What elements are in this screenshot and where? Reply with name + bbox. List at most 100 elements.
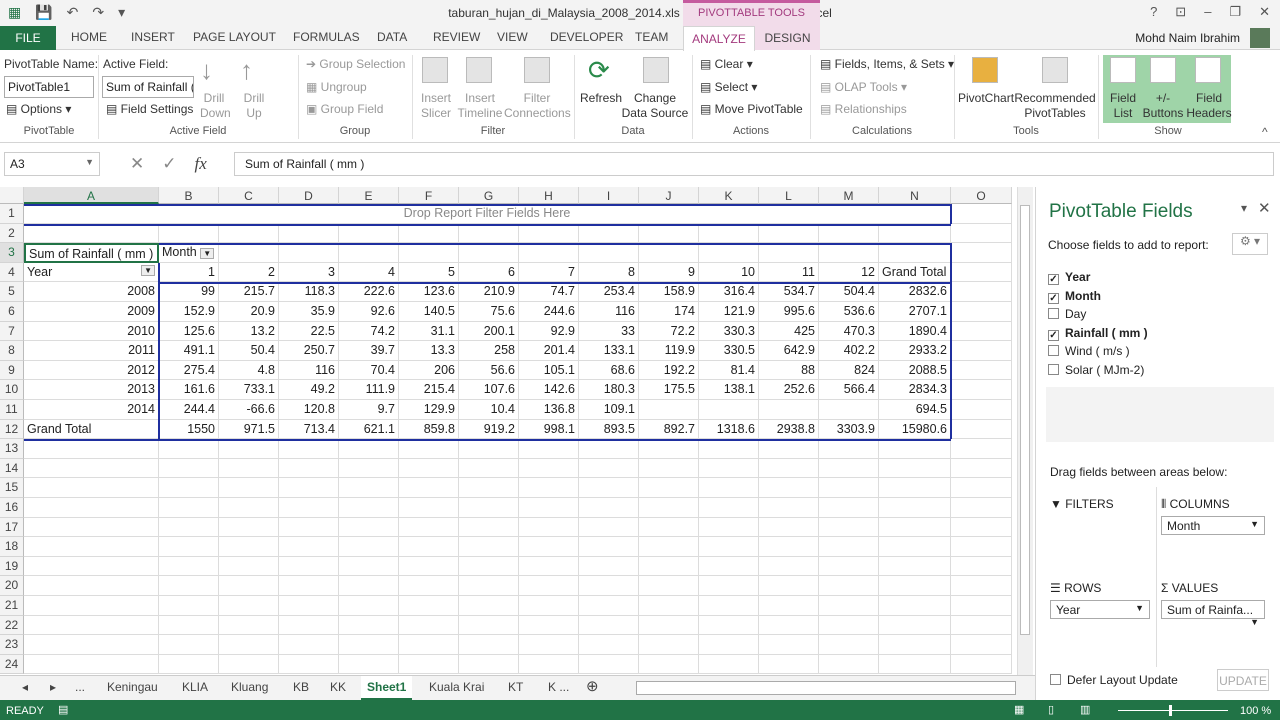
cell[interactable] <box>279 517 339 538</box>
checkbox[interactable] <box>1048 363 1059 375</box>
month-header[interactable]: 6 <box>459 262 519 283</box>
cell[interactable] <box>759 458 819 479</box>
cell[interactable] <box>399 635 459 655</box>
cell[interactable] <box>879 517 951 538</box>
cell[interactable] <box>339 635 399 655</box>
tab-formulas[interactable]: FORMULAS <box>293 30 360 44</box>
tab-home[interactable]: HOME <box>71 30 107 44</box>
cell[interactable] <box>639 654 699 675</box>
cell[interactable] <box>951 243 1012 263</box>
row-header[interactable]: 17 <box>0 517 24 538</box>
cell[interactable] <box>951 576 1012 596</box>
cell[interactable] <box>951 556 1012 577</box>
cancel-icon[interactable]: ✕ <box>130 154 144 174</box>
restore-icon[interactable]: ❐ <box>1229 4 1241 20</box>
month-header[interactable]: 4 <box>339 262 399 283</box>
cell[interactable] <box>759 596 819 616</box>
chevron-down-icon[interactable]: ▼ <box>85 157 94 167</box>
value-cell[interactable]: 70.4 <box>339 360 399 381</box>
month-header[interactable]: 5 <box>399 262 459 283</box>
gear-icon[interactable]: ⚙ ▾ <box>1232 233 1268 255</box>
pane-options-icon[interactable]: ▾ <box>1241 201 1247 215</box>
cell[interactable] <box>519 576 579 596</box>
cell[interactable] <box>759 556 819 577</box>
cell[interactable] <box>279 556 339 577</box>
cell[interactable] <box>24 498 159 518</box>
value-cell[interactable]: 1890.4 <box>879 321 951 342</box>
defer-layout-checkbox[interactable]: Defer Layout Update <box>1050 673 1178 687</box>
cell[interactable] <box>519 517 579 538</box>
close-icon[interactable]: ✕ <box>1259 4 1270 20</box>
month-header[interactable]: 1 <box>159 262 219 283</box>
row-header[interactable]: 18 <box>0 537 24 557</box>
cell[interactable] <box>399 498 459 518</box>
cell[interactable] <box>579 635 639 655</box>
cell[interactable] <box>759 635 819 655</box>
cell[interactable] <box>399 223 459 244</box>
cell[interactable] <box>339 458 399 479</box>
cell[interactable] <box>951 302 1012 322</box>
column-header[interactable]: C <box>219 187 279 204</box>
value-cell[interactable] <box>699 400 759 420</box>
insert-function-icon[interactable]: fx <box>195 154 207 174</box>
cell[interactable] <box>951 615 1012 636</box>
cell[interactable] <box>279 635 339 655</box>
cell[interactable] <box>219 615 279 636</box>
cell[interactable] <box>459 498 519 518</box>
value-cell[interactable]: 566.4 <box>819 380 879 400</box>
value-cell[interactable]: 998.1 <box>519 419 579 440</box>
value-cell[interactable]: 74.7 <box>519 282 579 302</box>
plus-minus-buttons-button[interactable]: +/- Buttons <box>1142 91 1184 121</box>
row-header[interactable]: 23 <box>0 635 24 655</box>
value-cell[interactable]: 92.6 <box>339 302 399 322</box>
cell[interactable] <box>459 478 519 498</box>
cell[interactable] <box>639 223 699 244</box>
value-cell[interactable]: 116 <box>279 360 339 381</box>
value-cell[interactable]: 222.6 <box>339 282 399 302</box>
tab-insert[interactable]: INSERT <box>131 30 175 44</box>
cell[interactable] <box>159 517 219 538</box>
update-button[interactable]: UPDATE <box>1217 669 1269 691</box>
cell[interactable] <box>519 439 579 459</box>
cell[interactable] <box>819 223 879 244</box>
row-header[interactable]: 5 <box>0 282 24 302</box>
cell[interactable] <box>879 439 951 459</box>
value-cell[interactable]: 425 <box>759 321 819 342</box>
user-name[interactable]: Mohd Naim Ibrahim <box>1135 31 1240 45</box>
pivot-column-field[interactable]: Month ▼ <box>159 243 219 263</box>
cell[interactable] <box>579 596 639 616</box>
cell[interactable] <box>279 654 339 675</box>
row-header[interactable]: 4 <box>0 262 24 283</box>
cell[interactable] <box>339 537 399 557</box>
cell[interactable] <box>579 556 639 577</box>
cell[interactable] <box>639 458 699 479</box>
sheet-tab[interactable]: Kuala Krai <box>429 680 484 694</box>
tab-data[interactable]: DATA <box>377 30 407 44</box>
row-header[interactable]: 7 <box>0 321 24 342</box>
cell[interactable] <box>951 341 1012 361</box>
olap-tools-button[interactable]: ▤ OLAP Tools ▾ <box>820 80 907 94</box>
cell[interactable] <box>339 243 399 263</box>
cell[interactable] <box>159 498 219 518</box>
report-filter-drop-zone[interactable]: Drop Report Filter Fields Here <box>24 204 951 224</box>
month-header[interactable]: 10 <box>699 262 759 283</box>
field-list-button[interactable]: Field List <box>1106 91 1140 121</box>
cell[interactable] <box>219 478 279 498</box>
value-cell[interactable]: 330.5 <box>699 341 759 361</box>
value-cell[interactable]: 892.7 <box>639 419 699 440</box>
value-cell[interactable]: 859.8 <box>399 419 459 440</box>
relationships-button[interactable]: ▤ Relationships <box>820 102 907 116</box>
row-header[interactable]: 19 <box>0 556 24 577</box>
cell[interactable] <box>219 556 279 577</box>
value-cell[interactable]: 402.2 <box>819 341 879 361</box>
cell[interactable] <box>459 537 519 557</box>
value-cell[interactable]: 250.7 <box>279 341 339 361</box>
chevron-down-icon[interactable]: ▼ <box>1250 617 1259 627</box>
group-field-button[interactable]: ▣ Group Field <box>306 102 383 116</box>
filter-dropdown-icon[interactable]: ▼ <box>141 264 155 276</box>
cell[interactable] <box>951 537 1012 557</box>
scroll-right-icon[interactable]: ▸ <box>50 680 56 694</box>
value-cell[interactable]: 105.1 <box>519 360 579 381</box>
row-label[interactable]: 2011 <box>24 341 159 361</box>
scroll-thumb[interactable] <box>1020 205 1030 635</box>
